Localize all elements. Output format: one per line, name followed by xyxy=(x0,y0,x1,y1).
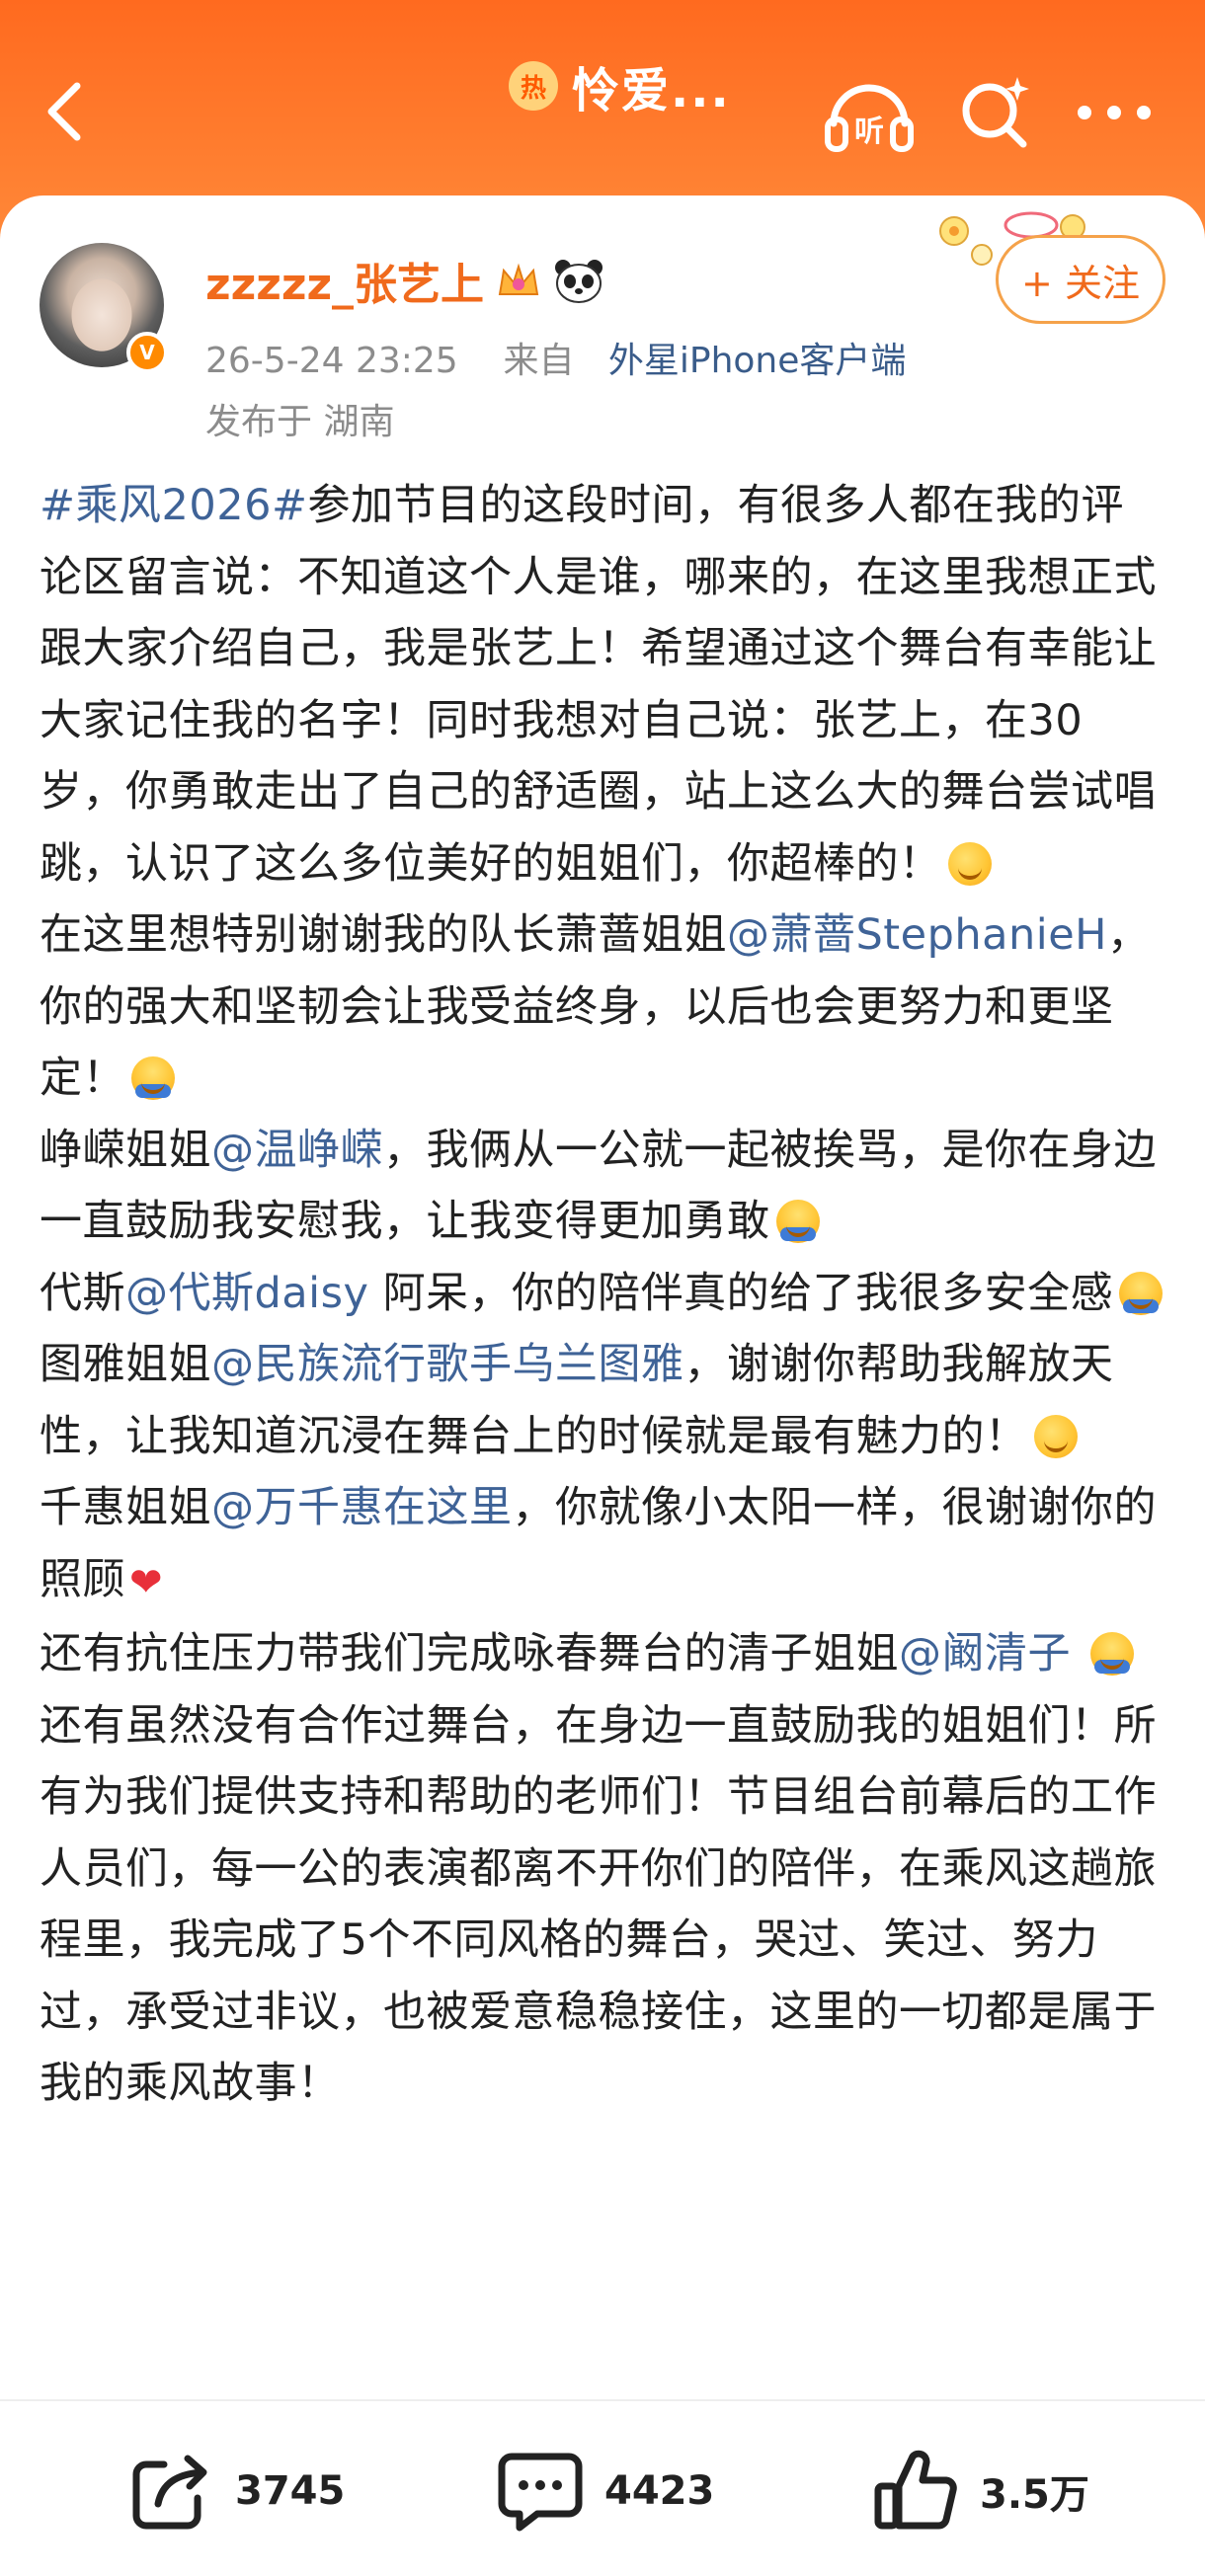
post-text: 图雅姐姐 xyxy=(40,1340,211,1389)
client-link[interactable]: 外星iPhone客户端 xyxy=(608,341,907,381)
post-paragraph: 图雅姐姐@民族流行歌手乌兰图雅，谢谢你帮助我解放天性，让我知道沉浸在舞台上的时候… xyxy=(40,1329,1165,1472)
from-label: 来自 xyxy=(503,341,575,381)
hug-emoji-icon xyxy=(1119,1271,1164,1315)
hug-emoji-icon xyxy=(131,1056,175,1100)
post-text: 还有虽然没有合作过舞台，在身边一直鼓励我的姐姐们！所有为我们提供支持和帮助的老师… xyxy=(40,1700,1157,2109)
post-time: 26-5-24 23:25 xyxy=(205,341,458,381)
post-text xyxy=(1071,1629,1084,1678)
post-paragraph: 峥嵘姐姐@温峥嵘，我俩从一公就一起被挨骂，是你在身边一直鼓励我安慰我，让我变得更… xyxy=(40,1115,1165,1258)
listen-button[interactable]: 听 xyxy=(822,65,917,160)
post-paragraph: 还有抗住压力带我们完成咏春舞台的清子姐姐@阚清子 xyxy=(40,1618,1165,1690)
post-paragraph: 千惠姐姐@万千惠在这里，你就像小太阳一样，很谢谢你的照顾 ❤ xyxy=(40,1472,1165,1618)
mention-link[interactable]: @万千惠在这里 xyxy=(211,1483,513,1532)
search-button[interactable] xyxy=(948,65,1043,160)
post-text: 阿呆，你的陪伴真的给了我很多安全感 xyxy=(368,1268,1114,1318)
username-row[interactable]: zzzzz_张艺上 xyxy=(205,249,604,312)
page-title: 怜爱... xyxy=(572,63,731,118)
like-button[interactable]: 3.5万 xyxy=(873,2447,1089,2536)
share-button[interactable]: 3745 xyxy=(128,2447,345,2536)
mention-link[interactable]: @代斯daisy xyxy=(125,1269,368,1318)
comment-button[interactable]: 4423 xyxy=(498,2447,714,2536)
topic-link[interactable]: #乘风2026# xyxy=(40,481,308,530)
post-paragraph: 代斯@代斯daisy 阿呆，你的陪伴真的给了我很多安全感 xyxy=(40,1258,1165,1330)
panda-badge-icon xyxy=(555,260,603,303)
crown-badge-icon xyxy=(498,263,539,295)
verified-badge-icon: V xyxy=(126,332,168,373)
post-text: 还有抗住压力带我们完成咏春舞台的清子姐姐 xyxy=(40,1629,899,1678)
post-text: 代斯 xyxy=(40,1268,125,1318)
post-paragraph: #乘风2026#参加节目的这段时间，有很多人都在我的评论区留言说：不知道这个人是… xyxy=(40,470,1165,899)
post-text: 千惠姐姐 xyxy=(40,1483,211,1532)
action-bar: 3745 4423 3.5万 xyxy=(0,2399,1205,2576)
hug-emoji-icon xyxy=(1090,1632,1135,1676)
mention-link[interactable]: @萧蔷StephanieH xyxy=(727,910,1107,960)
comment-count: 4423 xyxy=(604,2468,715,2514)
post-content: #乘风2026#参加节目的这段时间，有很多人都在我的评论区留言说：不知道这个人是… xyxy=(40,470,1165,2120)
listen-label: 听 xyxy=(854,115,884,149)
back-arrow-icon xyxy=(47,82,81,141)
mention-link[interactable]: @温峥嵘 xyxy=(211,1126,383,1175)
username[interactable]: zzzzz_张艺上 xyxy=(205,249,484,312)
more-dots-icon xyxy=(1078,106,1151,119)
mention-link[interactable]: @民族流行歌手乌兰图雅 xyxy=(211,1340,684,1389)
surprised-emoji-icon xyxy=(1033,1414,1078,1458)
post-text: 参加节目的这段时间，有很多人都在我的评论区留言说：不知道这个人是谁，哪来的，在这… xyxy=(40,481,1157,889)
post-paragraph: 在这里想特别谢谢我的队长萧蔷姐姐@萧蔷StephanieH，你的强大和坚韧会让我… xyxy=(40,899,1165,1115)
heart-emoji-icon: ❤ xyxy=(129,1559,164,1605)
follow-button[interactable]: + 关注 xyxy=(996,235,1165,324)
hug-emoji-icon xyxy=(775,1200,820,1243)
post-meta: 26-5-24 23:25 来自 外星iPhone客户端 xyxy=(205,332,906,383)
post-card: V zzzzz_张艺上 26-5-24 23:25 来自 外星iPhone客户端… xyxy=(0,195,1205,2576)
share-count: 3745 xyxy=(235,2468,346,2514)
share-icon xyxy=(132,2455,207,2530)
like-count: 3.5万 xyxy=(980,2472,1089,2518)
topic-title[interactable]: 热 怜爱... xyxy=(509,51,731,120)
search-sparkle-icon xyxy=(962,77,1029,148)
comment-icon xyxy=(498,2453,583,2532)
thumbs-up-icon xyxy=(874,2450,957,2530)
hot-badge: 热 xyxy=(509,61,558,111)
post-paragraph: 还有虽然没有合作过舞台，在身边一直鼓励我的姐姐们！所有为我们提供支持和帮助的老师… xyxy=(40,1690,1165,2120)
post-text: 在这里想特别谢谢我的队长萧蔷姐姐 xyxy=(40,910,727,960)
blush-emoji-icon xyxy=(947,841,992,886)
back-button[interactable] xyxy=(36,77,91,146)
mention-link[interactable]: @阚清子 xyxy=(899,1629,1071,1678)
more-button[interactable] xyxy=(1067,65,1162,160)
post-text: 峥嵘姐姐 xyxy=(40,1125,211,1175)
listen-headphones-icon: 听 xyxy=(825,84,914,152)
post-location: 发布于 湖南 xyxy=(205,402,395,442)
